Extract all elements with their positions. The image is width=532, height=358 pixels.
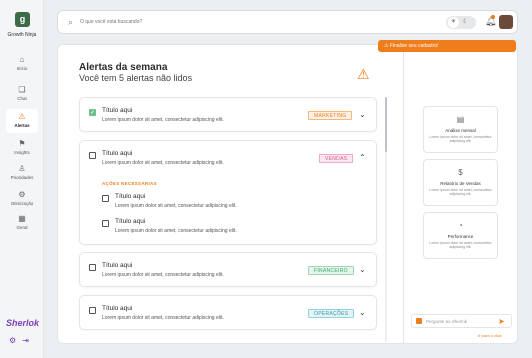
report-card-sales[interactable]: $ Relatório de Vendas Lorem ipsum dolor … [423,159,498,206]
settings-icon[interactable]: ⚙ [9,336,16,345]
report-card-performance[interactable]: ◔ Performance Lorem ipsum dolor sit amet… [423,212,498,259]
chat-input[interactable]: Pergunte ao Sherlok ➤ [411,314,512,328]
report-card-monthly[interactable]: ▤ Análise mensal Lorem ipsum dolor sit a… [423,106,498,153]
action-title: Título aqui [115,193,146,200]
dollar-icon: $ [458,168,463,177]
chat-icon: ❏ [18,85,26,94]
report-card-description: Lorem ipsum dolor sit amet, consectetur … [429,135,492,143]
actions-label: AÇÕES NECESSÁRIAS [102,181,157,186]
complete-registration-button[interactable]: ⚠ Finalize seu cadastro! [378,40,516,52]
action-checkbox[interactable] [102,220,109,227]
alert-card[interactable]: Título aqui Lorem ipsum dolor sit amet, … [79,295,377,330]
report-card-title: Relatório de Vendas [440,181,481,186]
chevron-down-icon[interactable]: ⌄ [359,308,366,317]
alert-description: Lorem ipsum dolor sit amet, consectetur … [102,117,224,123]
go-to-chat-link[interactable]: Ir para o chat [478,333,502,338]
notification-badge [491,15,495,19]
alert-description: Lorem ipsum dolor sit amet, consectetur … [102,272,224,278]
report-card-title: Performance [447,234,474,239]
chevron-down-icon[interactable]: ⌄ [359,110,366,119]
sidebar-item-insights[interactable]: ⚑ Insights [6,136,38,160]
scrollbar-thumb[interactable] [385,97,387,152]
logout-icon[interactable]: ⇥ [22,336,29,345]
chevron-up-icon[interactable]: ⌃ [359,153,366,162]
alert-checkbox[interactable] [89,152,96,159]
alert-title: Título aqui [102,305,133,312]
alert-card[interactable]: Título aqui Lorem ipsum dolor sit amet, … [79,252,377,287]
alert-checkbox[interactable] [89,307,96,314]
alert-card-expanded[interactable]: Título aqui Lorem ipsum dolor sit amet, … [79,140,377,245]
sidebar-item-otimizacao[interactable]: ⚙ Otimização [6,187,38,211]
search-icon: ⌕ [68,17,74,27]
sherlok-logo: Sherlok [6,318,40,328]
theme-toggle[interactable]: ☀ ☾ [446,16,476,29]
sidebar-item-label: Geral [16,225,28,230]
sidebar-item-chat[interactable]: ❏ Chat [6,82,38,106]
avatar[interactable] [499,15,513,29]
action-description: Lorem ipsum dolor sit amet, consectetur … [115,228,237,234]
warning-icon: ⚠ [357,66,370,82]
tag-financeiro: FINANCEIRO [308,266,354,275]
sidebar-item-label: Chat [17,96,27,101]
sherlok-chat-icon [416,318,422,324]
alert-checkbox[interactable] [89,264,96,271]
action-checkbox[interactable] [102,195,109,202]
chat-input-placeholder: Pergunte ao Sherlok [426,319,468,324]
report-card-title: Análise mensal [445,128,476,133]
alert-title: Título aqui [102,262,133,269]
page-subtitle: Você tem 5 alertas não lidos [79,73,193,83]
report-card-description: Lorem ipsum dolor sit amet, consectetur … [429,241,492,249]
priorities-icon: ♙ [18,164,26,173]
alert-card[interactable]: ✓ Título aqui Lorem ipsum dolor sit amet… [79,97,377,132]
tag-vendas: VENDAS [319,154,354,163]
insights-icon: ⚑ [18,139,26,148]
moon-icon: ☾ [463,19,469,25]
sidebar-item-prioridades[interactable]: ♙ Prioridades [6,161,38,185]
sidebar-item-geral[interactable]: ▦ Geral [6,211,38,235]
brand-logo[interactable]: g [15,12,30,27]
alert-description: Lorem ipsum dolor sit amet, consectetur … [102,315,224,321]
action-title: Título aqui [115,218,146,225]
brand-name: Growth Ninja [7,32,37,38]
performance-icon: ◔ [458,221,463,230]
optimization-icon: ⚙ [18,190,26,199]
top-search-bar: ⌕ ☀ ☾ 🔔︎ [57,10,518,34]
document-icon: ▤ [456,115,465,124]
alert-title: Título aqui [102,107,133,114]
home-icon: ⌂ [19,55,25,64]
general-icon: ▦ [18,214,26,223]
sidebar-item-label: Insights [14,150,30,155]
tag-operacoes: OPERAÇÕES [308,309,355,318]
alert-icon: ⚠ [18,112,26,121]
alert-title: Título aqui [102,150,133,157]
search-input[interactable] [80,16,280,28]
sidebar-item-alertas[interactable]: ⚠ Alertas [6,109,38,133]
sidebar-item-label: Alertas [14,123,30,128]
alert-checkbox[interactable]: ✓ [89,109,96,116]
send-icon[interactable]: ➤ [498,317,505,326]
chevron-down-icon[interactable]: ⌄ [359,265,366,274]
page-title: Alertas da semana [79,62,168,73]
sun-icon: ☀ [448,17,459,28]
report-card-description: Lorem ipsum dolor sit amet, consectetur … [429,188,492,196]
alert-description: Lorem ipsum dolor sit amet, consectetur … [102,160,224,166]
action-description: Lorem ipsum dolor sit amet, consectetur … [115,203,237,209]
sidebar-footer-actions: ⚙ ⇥ [9,336,35,345]
sidebar: g Growth Ninja ⌂ Início ❏ Chat ⚠ Alertas… [0,0,44,358]
sidebar-item-label: Início [16,66,28,71]
sidebar-item-label: Otimização [10,201,34,206]
tag-marketing: MARKETING [308,111,353,120]
sidebar-item-label: Prioridades [10,175,34,180]
sidebar-item-inicio[interactable]: ⌂ Início [6,52,38,76]
